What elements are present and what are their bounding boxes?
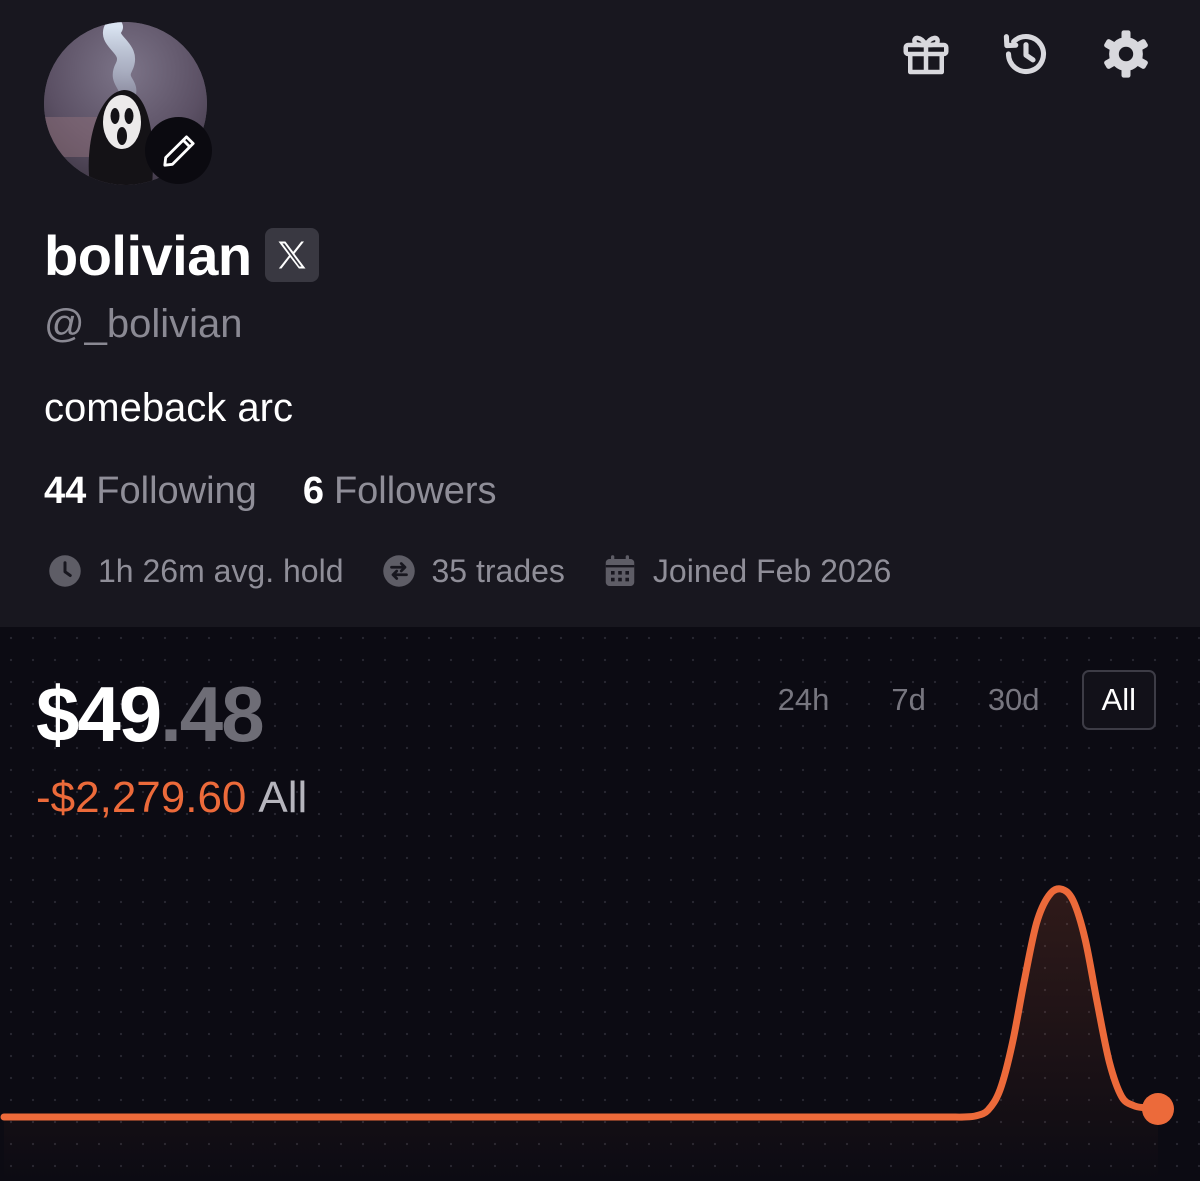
balance-decimal: .48 xyxy=(160,670,264,758)
following-label: Following xyxy=(96,470,257,512)
header-actions xyxy=(898,26,1154,82)
gear-icon xyxy=(1104,30,1148,78)
trades-stat: 35 trades xyxy=(380,552,565,590)
balance-integer: $49 xyxy=(36,670,162,758)
joined-stat: Joined Feb 2026 xyxy=(601,552,891,590)
pnl-period: All xyxy=(258,773,308,822)
x-link-badge[interactable] xyxy=(264,228,319,282)
trades-text: 35 trades xyxy=(431,552,565,589)
swap-icon xyxy=(380,552,418,590)
range-tab-all[interactable]: All xyxy=(1081,670,1156,730)
calendar-icon xyxy=(601,552,639,590)
user-handle: @_bolivian xyxy=(44,302,243,346)
following-link[interactable]: 44 Following xyxy=(44,470,257,513)
trading-stats: 1h 26m avg. hold 35 trades Joined Feb 20… xyxy=(46,552,891,590)
profile-header: bolivian @_bolivian comeback arc 44 Follo… xyxy=(0,0,1200,627)
followers-label: Followers xyxy=(333,470,497,512)
clock-icon xyxy=(46,552,84,590)
gift-icon xyxy=(903,35,949,75)
portfolio-balance: $49.48 xyxy=(36,669,265,760)
history-icon xyxy=(1003,33,1047,75)
gift-button[interactable] xyxy=(898,26,954,82)
settings-button[interactable] xyxy=(1098,26,1154,82)
display-name-row: bolivian xyxy=(44,222,319,288)
follow-stats: 44 Following 6 Followers xyxy=(44,470,497,513)
joined-text: Joined Feb 2026 xyxy=(652,552,892,589)
chart-end-point[interactable] xyxy=(1142,1093,1174,1125)
range-tab-24h[interactable]: 24h xyxy=(758,670,850,730)
portfolio-chart-section: $49.48 -$2,279.60 All 24h 7d 30d All xyxy=(0,627,1200,1181)
history-button[interactable] xyxy=(998,26,1054,82)
x-logo-icon xyxy=(278,241,306,269)
following-count: 44 xyxy=(44,470,87,512)
range-tab-30d[interactable]: 30d xyxy=(968,670,1060,730)
followers-link[interactable]: 6 Followers xyxy=(303,470,497,513)
time-range-tabs: 24h 7d 30d All xyxy=(736,670,1156,730)
pnl-value: -$2,279.60 xyxy=(36,773,247,822)
pencil-icon xyxy=(162,134,195,167)
followers-count: 6 xyxy=(302,470,324,512)
avg-hold-stat: 1h 26m avg. hold xyxy=(46,552,344,590)
range-tab-7d[interactable]: 7d xyxy=(871,670,945,730)
edit-avatar-button[interactable] xyxy=(145,117,212,184)
bio-text: comeback arc xyxy=(44,386,293,430)
profile-page: bolivian @_bolivian comeback arc 44 Follo… xyxy=(0,0,1200,1181)
display-name: bolivian xyxy=(44,223,252,287)
pnl-row: -$2,279.60 All xyxy=(36,773,307,823)
avg-hold-text: 1h 26m avg. hold xyxy=(98,552,344,589)
